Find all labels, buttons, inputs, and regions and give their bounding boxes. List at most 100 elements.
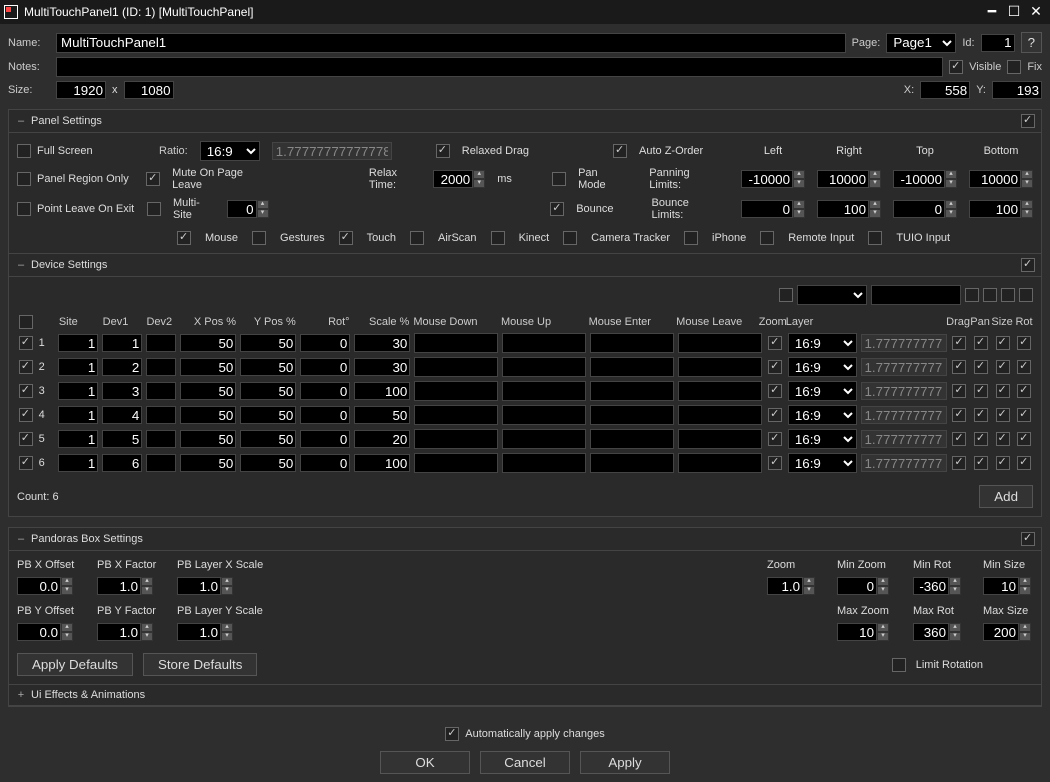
pan-mode-check[interactable] — [552, 172, 566, 186]
drag-check[interactable] — [952, 432, 966, 446]
close-button[interactable]: ✕ — [1026, 4, 1046, 20]
spinner-icon[interactable]: ▴▾ — [949, 577, 961, 595]
pan-right-input[interactable] — [817, 170, 869, 188]
uieffects-collapse-icon[interactable]: + — [15, 689, 27, 701]
mouse-leave-input[interactable] — [678, 405, 762, 425]
spinner-icon[interactable]: ▴▾ — [1021, 200, 1033, 218]
mouse-enter-input[interactable] — [590, 429, 674, 449]
layer-select[interactable]: 16:9 — [788, 429, 857, 449]
size-h-input[interactable] — [124, 81, 174, 99]
cancel-button[interactable]: Cancel — [480, 751, 570, 774]
ypos-input[interactable] — [240, 430, 296, 448]
pan-left-input[interactable] — [741, 170, 793, 188]
pb-layer-x-input[interactable] — [177, 577, 221, 595]
apply-defaults-button[interactable]: Apply Defaults — [17, 653, 133, 676]
airscan-check[interactable] — [410, 231, 424, 245]
rot-check[interactable] — [1017, 336, 1031, 350]
size-check[interactable] — [996, 384, 1010, 398]
dev1-input[interactable] — [102, 406, 142, 424]
multisite-check[interactable] — [147, 202, 161, 216]
id-input[interactable] — [981, 34, 1015, 52]
pbx-factor-input[interactable] — [97, 577, 141, 595]
mouse-enter-input[interactable] — [590, 357, 674, 377]
ratio-select[interactable]: 16:9 — [200, 141, 260, 161]
autoz-check[interactable] — [613, 144, 627, 158]
device-settings-toggle[interactable] — [1021, 258, 1035, 272]
zoom-check[interactable] — [768, 408, 782, 422]
scale-input[interactable] — [354, 406, 410, 424]
mouse-down-input[interactable] — [414, 333, 498, 353]
spinner-icon[interactable]: ▴▾ — [141, 577, 153, 595]
site-input[interactable] — [58, 454, 98, 472]
mouse-up-input[interactable] — [502, 357, 586, 377]
panel-collapse-icon[interactable]: – — [15, 115, 27, 127]
panel-settings-toggle[interactable] — [1021, 114, 1035, 128]
mouse-down-input[interactable] — [414, 453, 498, 473]
drag-check[interactable] — [952, 360, 966, 374]
drag-check[interactable] — [952, 384, 966, 398]
mouse-down-input[interactable] — [414, 429, 498, 449]
dev2-input[interactable] — [146, 454, 176, 472]
auto-apply-check[interactable] — [445, 727, 459, 741]
drag-check[interactable] — [952, 408, 966, 422]
touch-check[interactable] — [339, 231, 353, 245]
page-select[interactable]: Page1 — [886, 33, 956, 53]
mouse-leave-input[interactable] — [678, 429, 762, 449]
visible-check[interactable] — [949, 60, 963, 74]
dev1-input[interactable] — [102, 430, 142, 448]
pan-check[interactable] — [974, 360, 988, 374]
dev-opt-check-1[interactable] — [965, 288, 979, 302]
dev-opt-input[interactable] — [871, 285, 961, 305]
mouse-up-input[interactable] — [502, 381, 586, 401]
minimize-button[interactable]: ━ — [982, 4, 1002, 20]
iphone-check[interactable] — [684, 231, 698, 245]
tuio-check[interactable] — [868, 231, 882, 245]
zoom-check[interactable] — [768, 432, 782, 446]
pan-check[interactable] — [974, 336, 988, 350]
pan-check[interactable] — [974, 408, 988, 422]
maximize-button[interactable]: ☐ — [1004, 4, 1024, 20]
spinner-icon[interactable]: ▴▾ — [793, 170, 805, 188]
pan-check[interactable] — [974, 432, 988, 446]
rot-input[interactable] — [300, 454, 350, 472]
size-check[interactable] — [996, 456, 1010, 470]
dev2-input[interactable] — [146, 406, 176, 424]
ypos-input[interactable] — [240, 406, 296, 424]
dev2-input[interactable] — [146, 382, 176, 400]
max-size-input[interactable] — [983, 623, 1019, 641]
scale-input[interactable] — [354, 454, 410, 472]
help-button[interactable]: ? — [1021, 32, 1042, 53]
row-check[interactable] — [19, 408, 33, 422]
mouse-up-input[interactable] — [502, 333, 586, 353]
xpos-input[interactable] — [180, 406, 236, 424]
fullscreen-check[interactable] — [17, 144, 31, 158]
dev-opt-check-a[interactable] — [779, 288, 793, 302]
size-check[interactable] — [996, 360, 1010, 374]
xpos-input[interactable] — [180, 430, 236, 448]
dev1-input[interactable] — [102, 358, 142, 376]
rot-input[interactable] — [300, 334, 350, 352]
mouse-check[interactable] — [177, 231, 191, 245]
max-zoom-input[interactable] — [837, 623, 877, 641]
rot-check[interactable] — [1017, 360, 1031, 374]
pby-factor-input[interactable] — [97, 623, 141, 641]
kinect-check[interactable] — [491, 231, 505, 245]
dev2-input[interactable] — [146, 430, 176, 448]
panel-region-check[interactable] — [17, 172, 31, 186]
pb-settings-toggle[interactable] — [1021, 532, 1035, 546]
spinner-icon[interactable]: ▴▾ — [877, 577, 889, 595]
layer-select[interactable]: 16:9 — [788, 333, 857, 353]
pan-bottom-input[interactable] — [969, 170, 1021, 188]
site-input[interactable] — [58, 382, 98, 400]
spinner-icon[interactable]: ▴▾ — [221, 623, 233, 641]
ypos-input[interactable] — [240, 382, 296, 400]
bounce-left-input[interactable] — [741, 200, 793, 218]
site-input[interactable] — [58, 406, 98, 424]
scale-input[interactable] — [354, 430, 410, 448]
ypos-input[interactable] — [240, 454, 296, 472]
pan-check[interactable] — [974, 384, 988, 398]
mouse-leave-input[interactable] — [678, 357, 762, 377]
fix-check[interactable] — [1007, 60, 1021, 74]
dev-opt-check-2[interactable] — [983, 288, 997, 302]
notes-input[interactable] — [56, 57, 943, 77]
